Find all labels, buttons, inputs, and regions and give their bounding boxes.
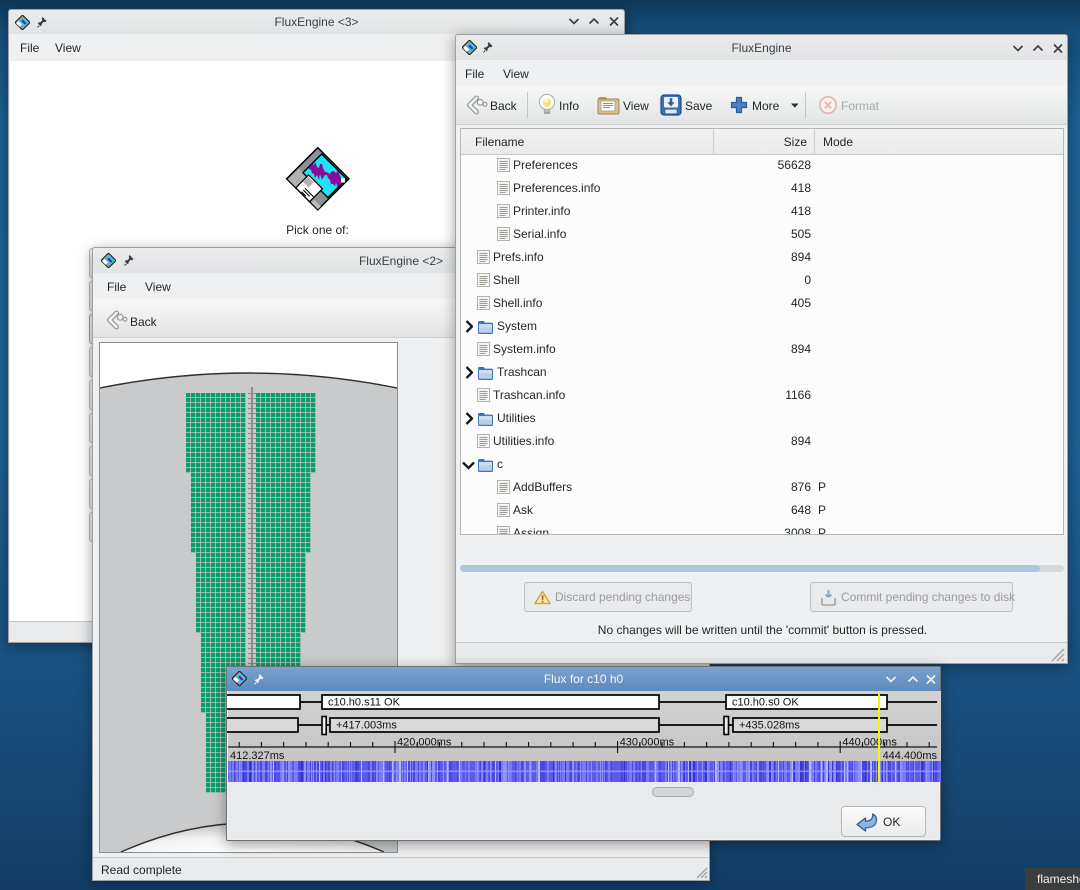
svg-text:c10.h0.s0 OK: c10.h0.s0 OK bbox=[732, 697, 799, 709]
svg-text:420.000ms: 420.000ms bbox=[397, 737, 452, 749]
svg-text:+417.003ms: +417.003ms bbox=[336, 720, 397, 732]
svg-text:440.000ms: 440.000ms bbox=[842, 737, 897, 749]
svg-text:+435.028ms: +435.028ms bbox=[739, 720, 800, 732]
svg-text:c10.h0.s11 OK: c10.h0.s11 OK bbox=[328, 697, 401, 709]
svg-text:430.000ms: 430.000ms bbox=[620, 737, 675, 749]
